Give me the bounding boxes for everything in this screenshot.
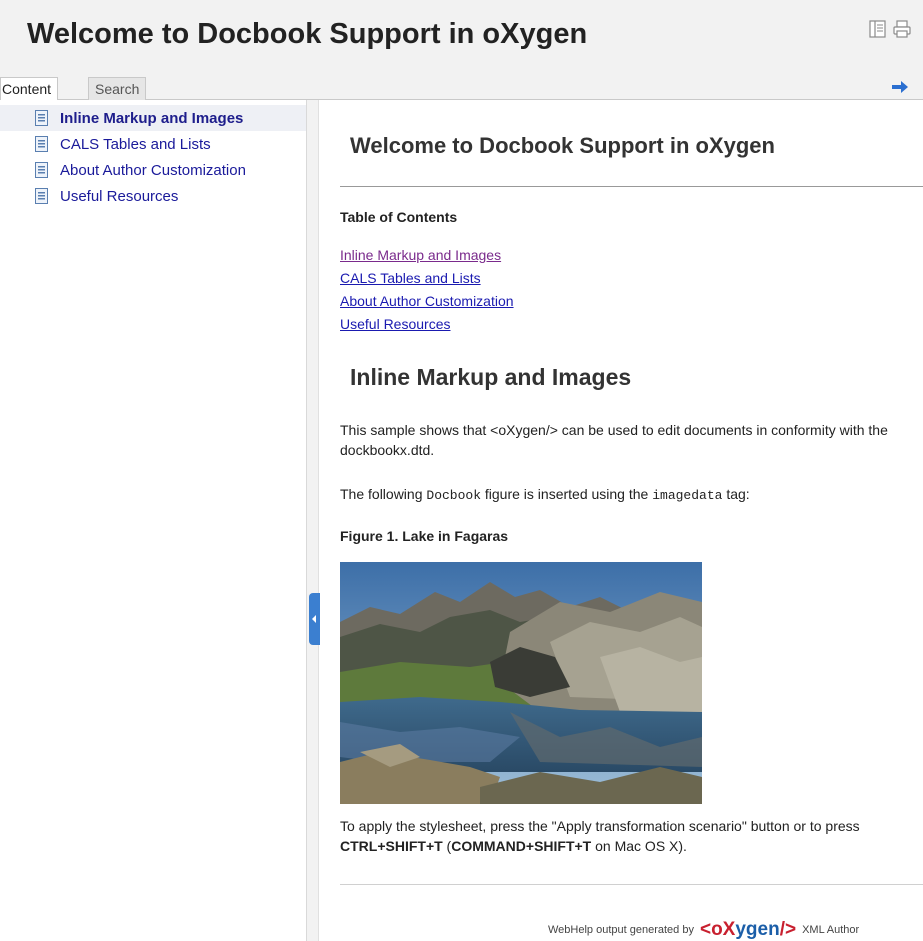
footer: WebHelp output generated by <o Xygen/> XM… [548,918,859,941]
tab-content[interactable]: Content [0,77,59,101]
toc-link-inline-markup[interactable]: Inline Markup and Images [340,247,501,263]
sidebar-item-label: Useful Resources [60,188,179,205]
figure-title: Figure 1. Lake in Fagaras [340,528,509,544]
sidebar-item-inline-markup[interactable]: Inline Markup and Images [0,105,306,131]
footer-text: WebHelp output generated by [548,924,694,936]
sidebar-item-author-customization[interactable]: About Author Customization [0,157,306,183]
print-icon[interactable] [892,19,912,39]
divider [340,186,923,187]
sidebar: Inline Markup and Images CALS Tables and… [0,100,307,941]
sidebar-item-cals-tables[interactable]: CALS Tables and Lists [0,131,306,157]
sidebar-item-label: About Author Customization [60,162,246,179]
sidebar-splitter[interactable] [307,100,319,941]
intro-paragraph: This sample shows that <oXygen/> can be … [340,422,888,458]
footer-suffix: XML Author [802,924,860,936]
lake-photo [340,562,702,804]
toc-toggle-icon[interactable] [868,19,888,39]
sidebar-toc: Inline Markup and Images CALS Tables and… [0,100,306,209]
chevron-left-icon [312,615,316,623]
toc-link-cals-tables[interactable]: CALS Tables and Lists [340,270,481,286]
paragraph-text: ( [442,838,452,854]
logo-part: ygen [735,919,780,940]
tab-search[interactable]: Search [88,77,147,100]
document-icon [35,110,48,126]
sidebar-item-useful-resources[interactable]: Useful Resources [0,183,306,209]
paragraph-text: on Mac OS X). [591,838,687,854]
toc-links: Inline Markup and Images CALS Tables and… [340,247,514,339]
webhelp-page: Welcome to Docbook Support in oXygen Con… [0,0,923,941]
paragraph-text: figure is inserted using the [481,486,653,502]
toc-heading: Table of Contents [340,209,458,225]
main-content: Welcome to Docbook Support in oXygen Tab… [320,100,923,941]
tab-bar: Content Search [0,74,923,101]
sidebar-item-label: CALS Tables and Lists [60,136,211,153]
paragraph-text: tag: [722,486,750,502]
shortcut-key-mac: COMMAND+SHIFT+T [451,838,592,854]
paragraph-text: To apply the stylesheet, press the "Appl… [340,818,860,834]
code-docbook: Docbook [426,488,481,503]
figure-intro-paragraph: The following Docbook figure is inserted… [340,484,923,506]
instructions-paragraph: To apply the stylesheet, press the "Appl… [340,816,923,856]
header: Welcome to Docbook Support in oXygen [0,0,923,74]
code-imagedata: imagedata [652,488,723,503]
document-title: Welcome to Docbook Support in oXygen [350,133,775,158]
sidebar-collapse-handle[interactable] [309,593,320,645]
toc-link-useful-resources[interactable]: Useful Resources [340,316,451,332]
page-title: Welcome to Docbook Support in oXygen [27,18,588,50]
header-toolbar [868,19,912,39]
sidebar-item-label: Inline Markup and Images [60,110,244,127]
section-title: Inline Markup and Images [350,364,632,390]
footer-divider [340,884,923,885]
logo-part: <o [699,919,723,940]
paragraph-text: The following [340,486,427,502]
toc-link-author-customization[interactable]: About Author Customization [340,293,514,309]
shortcut-key: CTRL+SHIFT+T [340,838,443,854]
document-icon [35,188,48,204]
logo-part: /> [779,919,797,940]
next-topic-arrow-icon[interactable] [890,80,910,94]
oxygen-logo[interactable]: <o Xygen/> [700,919,796,941]
document-icon [35,136,48,152]
logo-part: X [722,919,736,940]
document-icon [35,162,48,178]
